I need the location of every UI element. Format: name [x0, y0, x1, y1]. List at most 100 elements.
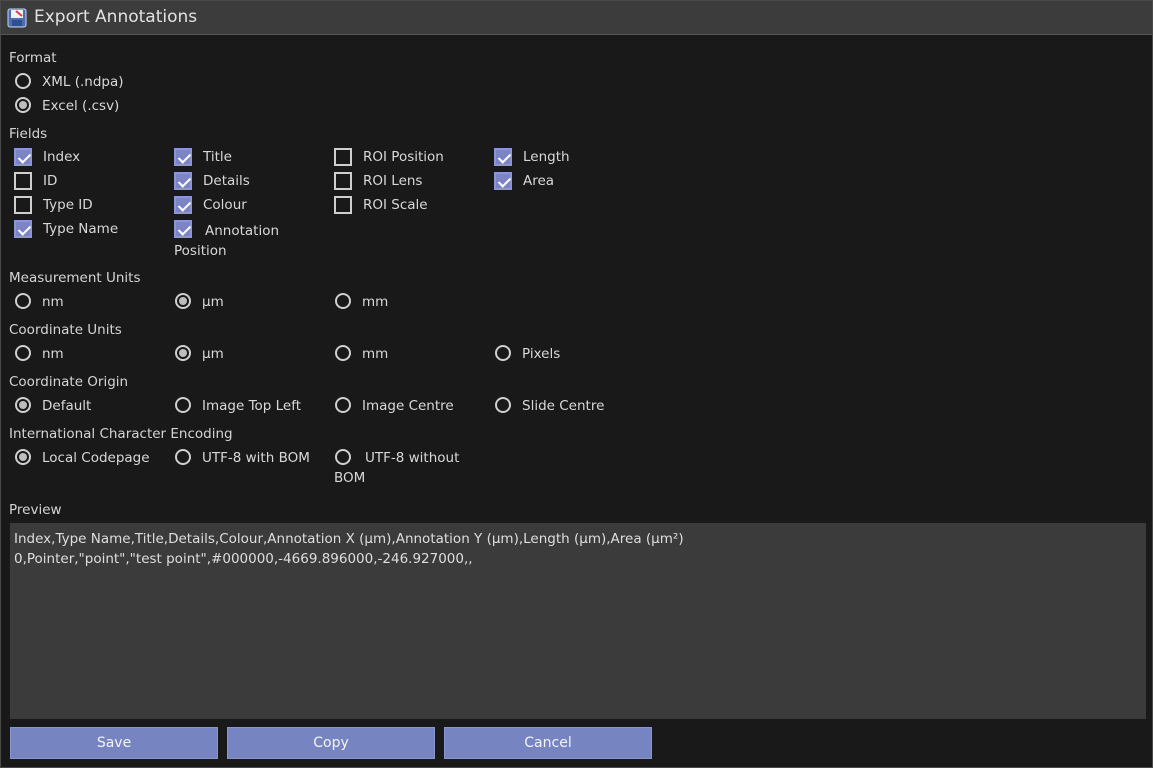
radio-label: mm — [362, 346, 389, 362]
preview-text-area[interactable]: Index,Type Name,Title,Details,Colour,Ann… — [10, 523, 1146, 719]
annotation-position-label: Annotation Position — [174, 223, 280, 259]
checkbox-indicator — [14, 220, 32, 238]
radio-label: Local Codepage — [42, 450, 150, 466]
field-area-checkbox[interactable]: Area — [494, 172, 554, 192]
field-type-name-checkbox[interactable]: Type Name — [14, 220, 118, 240]
radio-label: XML (.ndpa) — [42, 74, 124, 90]
radio-label: Default — [42, 398, 92, 414]
field-type-id-checkbox[interactable]: Type ID — [14, 196, 93, 216]
radio-indicator — [335, 345, 351, 361]
format-label: Format — [9, 50, 57, 66]
fields-label: Fields — [9, 126, 48, 142]
coordinate-origin-label: Coordinate Origin — [9, 374, 129, 390]
field-length-checkbox[interactable]: Length — [494, 148, 570, 168]
field-roi-scale-checkbox[interactable]: ROI Scale — [334, 196, 428, 216]
utf8-without-bom-label: UTF-8 without BOM — [334, 450, 460, 486]
origin-default-radio[interactable]: Default — [15, 397, 91, 417]
field-details-checkbox[interactable]: Details — [174, 172, 250, 192]
coordinate-unit-mm-radio[interactable]: mm — [335, 345, 388, 365]
radio-label: nm — [42, 346, 64, 362]
checkbox-label: Details — [203, 173, 250, 189]
checkbox-label: Length — [523, 149, 570, 165]
checkbox-indicator — [494, 172, 512, 190]
checkbox-indicator — [174, 148, 192, 166]
radio-indicator — [15, 397, 31, 413]
radio-indicator — [15, 97, 31, 113]
radio-label: µm — [202, 346, 224, 362]
radio-indicator — [495, 397, 511, 413]
origin-slide-centre-radio[interactable]: Slide Centre — [495, 397, 604, 417]
field-roi-position-checkbox[interactable]: ROI Position — [334, 148, 444, 168]
checkbox-label: Colour — [203, 197, 247, 213]
checkbox-label: ROI Scale — [363, 197, 428, 213]
measurement-unit-mm-radio[interactable]: mm — [335, 293, 388, 313]
cancel-button[interactable]: Cancel — [444, 727, 652, 759]
checkbox-indicator — [174, 172, 192, 190]
window-title: Export Annotations — [34, 7, 198, 27]
radio-label: Image Centre — [362, 398, 454, 414]
field-colour-checkbox[interactable]: Colour — [174, 196, 247, 216]
measurement-unit-um-radio[interactable]: µm — [175, 293, 224, 313]
encoding-local-codepage-radio[interactable]: Local Codepage — [15, 449, 150, 469]
origin-image-centre-radio[interactable]: Image Centre — [335, 397, 454, 417]
save-button[interactable]: Save — [10, 727, 218, 759]
checkbox-indicator — [334, 196, 352, 214]
format-csv-radio[interactable]: Excel (.csv) — [15, 97, 119, 117]
coordinate-units-label: Coordinate Units — [9, 322, 122, 338]
field-id-checkbox[interactable]: ID — [14, 172, 57, 192]
radio-label: Pixels — [522, 346, 561, 362]
coordinate-unit-pixels-radio[interactable]: Pixels — [495, 345, 560, 365]
encoding-utf8-bom-radio[interactable]: UTF-8 with BOM — [175, 449, 310, 469]
field-index-checkbox[interactable]: Index — [14, 148, 80, 168]
radio-label: nm — [42, 294, 64, 310]
preview-line: Index,Type Name,Title,Details,Colour,Ann… — [14, 531, 684, 547]
checkbox-indicator — [334, 172, 352, 190]
field-title-checkbox[interactable]: Title — [174, 148, 232, 168]
radio-indicator — [15, 449, 31, 465]
radio-label: mm — [362, 294, 389, 310]
coordinate-unit-nm-radio[interactable]: nm — [15, 345, 64, 365]
encoding-label: International Character Encoding — [9, 426, 233, 442]
checkbox-label: Type ID — [43, 197, 93, 213]
checkbox-indicator — [334, 148, 352, 166]
radio-label: UTF-8 with BOM — [202, 450, 310, 466]
field-roi-lens-checkbox[interactable]: ROI Lens — [334, 172, 422, 192]
checkbox-label: ID — [43, 173, 58, 189]
radio-label: Slide Centre — [522, 398, 605, 414]
checkbox-label: Title — [203, 149, 232, 165]
radio-label: Image Top Left — [202, 398, 302, 414]
checkbox-indicator — [14, 148, 32, 166]
checkbox-indicator — [14, 196, 32, 214]
checkbox-label: Index — [43, 149, 81, 165]
checkbox-indicator — [494, 148, 512, 166]
radio-label: µm — [202, 294, 224, 310]
radio-indicator — [495, 345, 511, 361]
copy-button[interactable]: Copy — [227, 727, 435, 759]
radio-indicator — [335, 293, 351, 309]
checkbox-label: ROI Position — [363, 149, 444, 165]
checkbox-indicator — [14, 172, 32, 190]
radio-indicator — [175, 345, 191, 361]
origin-image-top-left-radio[interactable]: Image Top Left — [175, 397, 301, 417]
measurement-units-label: Measurement Units — [9, 270, 141, 286]
radio-indicator — [15, 345, 31, 361]
floppy-disk-icon — [7, 8, 27, 28]
checkbox-label: ROI Lens — [363, 173, 423, 189]
radio-indicator — [175, 449, 191, 465]
checkbox-indicator — [174, 196, 192, 214]
radio-indicator — [175, 397, 191, 413]
radio-indicator — [15, 73, 31, 89]
checkbox-label: Area — [523, 173, 555, 189]
preview-label: Preview — [9, 502, 62, 518]
measurement-unit-nm-radio[interactable]: nm — [15, 293, 64, 313]
radio-label: Excel (.csv) — [42, 98, 120, 114]
radio-indicator — [15, 293, 31, 309]
format-xml-radio[interactable]: XML (.ndpa) — [15, 73, 124, 93]
radio-indicator — [335, 397, 351, 413]
coordinate-unit-um-radio[interactable]: µm — [175, 345, 224, 365]
title-bar: Export Annotations — [1, 1, 1152, 35]
preview-line: 0,Pointer,"point","test point",#000000,-… — [14, 551, 473, 567]
export-annotations-dialog: Export Annotations Format XML (.ndpa) Ex… — [0, 0, 1153, 768]
radio-indicator — [175, 293, 191, 309]
checkbox-label: Type Name — [43, 221, 119, 237]
